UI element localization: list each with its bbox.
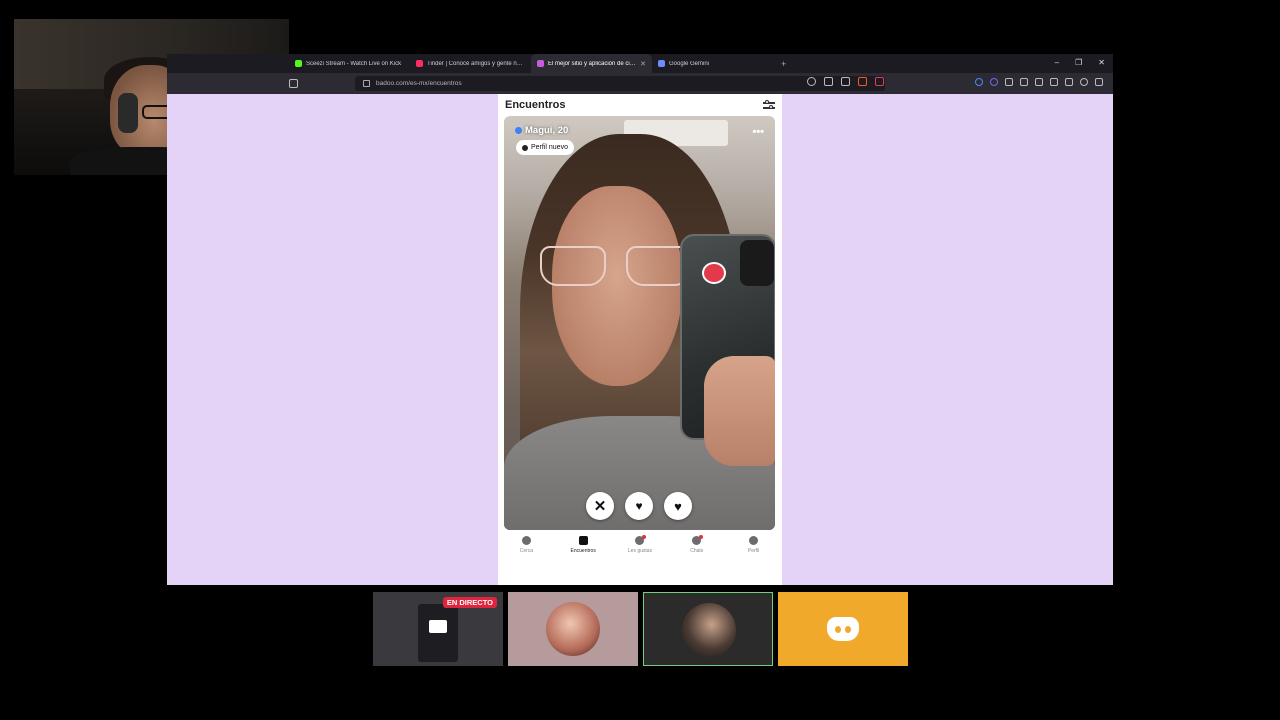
tab-label: Tinder | Conocé amigos y gente nueva (427, 60, 525, 67)
tab-badoo[interactable]: El mejor sitio y aplicación de citas ✕ (531, 54, 652, 73)
badge-label: Perfil nuevo (531, 144, 568, 151)
url-text[interactable]: badoo.com/es-mx/encuentros (376, 80, 462, 87)
hearts-icon (635, 535, 647, 545)
bookmark-icon[interactable] (289, 79, 298, 88)
more-options-icon[interactable]: ••• (752, 126, 764, 138)
leo-ai-icon[interactable] (1065, 78, 1073, 86)
nav-label: Chats (690, 548, 704, 554)
brave-shields-icon[interactable] (858, 77, 867, 86)
zoom-icon[interactable] (807, 77, 816, 86)
tab-kick[interactable]: Sceezi Stream - Watch Live on Kick (289, 54, 410, 73)
nav-item-les-gustas[interactable]: Les gustas (615, 535, 665, 566)
brave-rewards-icon[interactable] (875, 77, 884, 86)
restore-icon[interactable]: ❐ (1075, 58, 1082, 67)
share-icon[interactable] (841, 77, 850, 86)
badoo-favicon-icon (537, 60, 544, 67)
vpn-icon[interactable] (1080, 78, 1088, 86)
nav-label: Perfil (747, 548, 760, 554)
profile-name-age[interactable]: Magui, 20 (525, 125, 568, 136)
avatar (546, 602, 600, 656)
headphones-icon (118, 93, 138, 133)
screen-share-icon (429, 620, 447, 633)
badoo-app: Encuentros Magui, 20 ••• Perfil nuevo ✕ … (498, 94, 782, 585)
app-header: Encuentros (505, 98, 775, 112)
nav-item-perfil[interactable]: Perfil (729, 536, 779, 566)
sparkle-icon (522, 144, 528, 151)
close-window-icon[interactable]: ✕ (1098, 58, 1105, 67)
superlike-button[interactable]: ♥ (625, 492, 653, 520)
location-pin-icon (521, 536, 531, 545)
nav-label: Encuentros (570, 548, 596, 554)
new-profile-badge: Perfil nuevo (516, 140, 574, 155)
menu-icon[interactable] (1095, 78, 1103, 86)
nav-item-cerca[interactable]: Cerca (501, 536, 551, 566)
nav-label: Les gustas (627, 548, 653, 554)
discord-tile[interactable] (778, 592, 908, 666)
sidebar-icon[interactable] (1035, 78, 1043, 86)
tab-gemini[interactable]: Google Gemini (652, 54, 773, 73)
nav-label: Cerca (519, 548, 534, 554)
tab-bar: Sceezi Stream - Watch Live on Kick Tinde… (167, 54, 1113, 73)
nav-item-encuentros[interactable]: Encuentros (558, 536, 608, 566)
notification-dot (699, 535, 704, 539)
profile-header: Magui, 20 (515, 125, 568, 136)
stream-layout: Sceezi Stream - Watch Live on Kick Tinde… (0, 0, 1280, 720)
tab-label: Sceezi Stream - Watch Live on Kick (306, 60, 402, 67)
page-title: Encuentros (505, 99, 566, 111)
extensions-puzzle-icon[interactable] (1020, 78, 1028, 86)
filter-icon[interactable] (763, 100, 775, 110)
avatar (682, 603, 736, 657)
participant-tile-speaking[interactable] (643, 592, 773, 666)
chat-icon (692, 535, 704, 545)
extension-icon[interactable] (975, 78, 983, 86)
screen-share-tile[interactable]: EN DIRECTO (373, 592, 503, 666)
nav-item-chats[interactable]: Chats (672, 535, 722, 566)
address-bar[interactable]: badoo.com/es-mx/encuentros (355, 76, 885, 91)
extension-icon[interactable] (990, 78, 998, 86)
tab-tinder[interactable]: Tinder | Conocé amigos y gente nueva (410, 54, 531, 73)
discord-icon (827, 617, 859, 641)
browser-window: Sceezi Stream - Watch Live on Kick Tinde… (167, 54, 1113, 585)
tinder-favicon-icon (416, 60, 423, 67)
participant-thumbnails: EN DIRECTO (373, 592, 908, 666)
live-badge: EN DIRECTO (442, 597, 497, 608)
profile-card[interactable]: Magui, 20 ••• Perfil nuevo ✕ ♥ ♥ (504, 116, 775, 530)
verified-icon (515, 127, 522, 134)
bottom-navigation: Cerca Encuentros Les gustas Chats Perfil (498, 535, 782, 566)
kick-favicon-icon (295, 60, 302, 67)
address-bar-row: badoo.com/es-mx/encuentros (167, 73, 1113, 94)
gemini-favicon-icon (658, 60, 665, 67)
new-tab-button[interactable]: + (781, 59, 786, 69)
window-controls: – ❐ ✕ (1055, 58, 1105, 67)
person-icon (749, 536, 759, 545)
like-button[interactable]: ♥ (664, 492, 692, 520)
extension-icon[interactable] (1005, 78, 1013, 86)
minimize-icon[interactable]: – (1055, 58, 1059, 67)
cast-icon[interactable] (824, 77, 833, 86)
close-tab-icon[interactable]: ✕ (640, 60, 646, 68)
wallet-icon[interactable] (1050, 78, 1058, 86)
dislike-button[interactable]: ✕ (586, 492, 614, 520)
participant-tile[interactable] (508, 592, 638, 666)
notification-dot (642, 535, 647, 539)
tab-label: Google Gemini (669, 60, 710, 67)
site-info-icon[interactable] (363, 80, 370, 87)
card-actions: ✕ ♥ ♥ (586, 492, 692, 520)
cards-icon (578, 536, 588, 545)
tab-label: El mejor sitio y aplicación de citas (548, 60, 637, 67)
